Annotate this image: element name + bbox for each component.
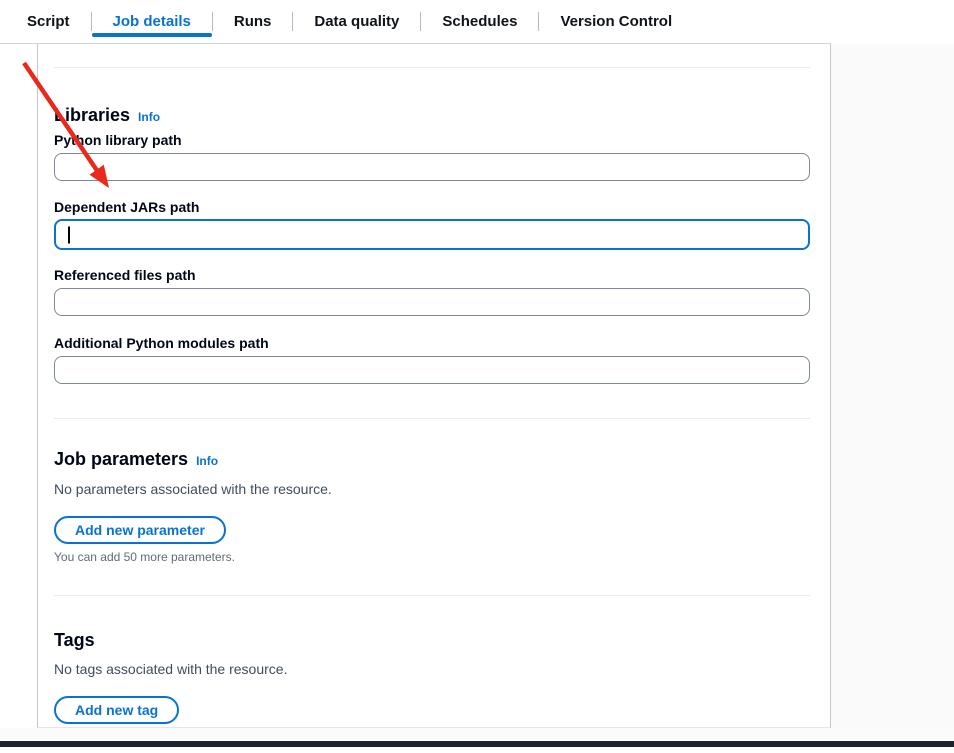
job-parameters-section-header: Job parameters Info bbox=[54, 448, 810, 470]
additional-python-modules-path-input[interactable] bbox=[54, 356, 810, 384]
libraries-section-header: Libraries Info bbox=[54, 104, 810, 126]
section-divider bbox=[54, 67, 810, 68]
python-library-path-control bbox=[54, 153, 810, 181]
tags-empty-text: No tags associated with the resource. bbox=[54, 661, 810, 678]
bottom-strip bbox=[0, 728, 954, 741]
additional-python-modules-path-control bbox=[54, 356, 810, 384]
text-cursor bbox=[68, 226, 70, 243]
referenced-files-path-label: Referenced files path bbox=[54, 267, 810, 283]
tab-schedules[interactable]: Schedules bbox=[421, 0, 538, 43]
referenced-files-path-input[interactable] bbox=[54, 288, 810, 316]
additional-python-modules-path-label: Additional Python modules path bbox=[54, 335, 810, 351]
tab-version-control[interactable]: Version Control bbox=[539, 0, 693, 43]
footer-bar bbox=[0, 741, 954, 747]
job-details-panel: Libraries Info Python library path Depen… bbox=[37, 44, 831, 728]
add-new-tag-button[interactable]: Add new tag bbox=[54, 696, 179, 724]
tab-job-details[interactable]: Job details bbox=[92, 0, 212, 43]
job-parameters-empty-text: No parameters associated with the resour… bbox=[54, 481, 810, 498]
section-divider bbox=[54, 595, 810, 596]
dependent-jars-path-label: Dependent JARs path bbox=[54, 199, 810, 215]
libraries-info-link[interactable]: Info bbox=[138, 110, 160, 124]
tab-data-quality[interactable]: Data quality bbox=[293, 0, 420, 43]
referenced-files-path-control bbox=[54, 288, 810, 316]
tags-section-header: Tags bbox=[54, 629, 810, 651]
job-parameters-limit-text: You can add 50 more parameters. bbox=[54, 550, 810, 564]
python-library-path-input[interactable] bbox=[54, 153, 810, 181]
libraries-title: Libraries bbox=[54, 104, 130, 126]
right-gutter bbox=[831, 44, 954, 741]
dependent-jars-path-control bbox=[54, 219, 810, 250]
tab-runs[interactable]: Runs bbox=[213, 0, 293, 43]
dependent-jars-path-input[interactable] bbox=[54, 219, 810, 250]
section-divider bbox=[54, 418, 810, 419]
tab-bar: Script Job details Runs Data quality Sch… bbox=[0, 0, 954, 44]
job-parameters-title: Job parameters bbox=[54, 448, 188, 470]
job-parameters-info-link[interactable]: Info bbox=[196, 454, 218, 468]
python-library-path-label: Python library path bbox=[54, 132, 810, 148]
add-new-parameter-button[interactable]: Add new parameter bbox=[54, 516, 226, 544]
page: Script Job details Runs Data quality Sch… bbox=[0, 0, 954, 753]
tags-title: Tags bbox=[54, 629, 95, 651]
tab-script[interactable]: Script bbox=[27, 0, 91, 43]
